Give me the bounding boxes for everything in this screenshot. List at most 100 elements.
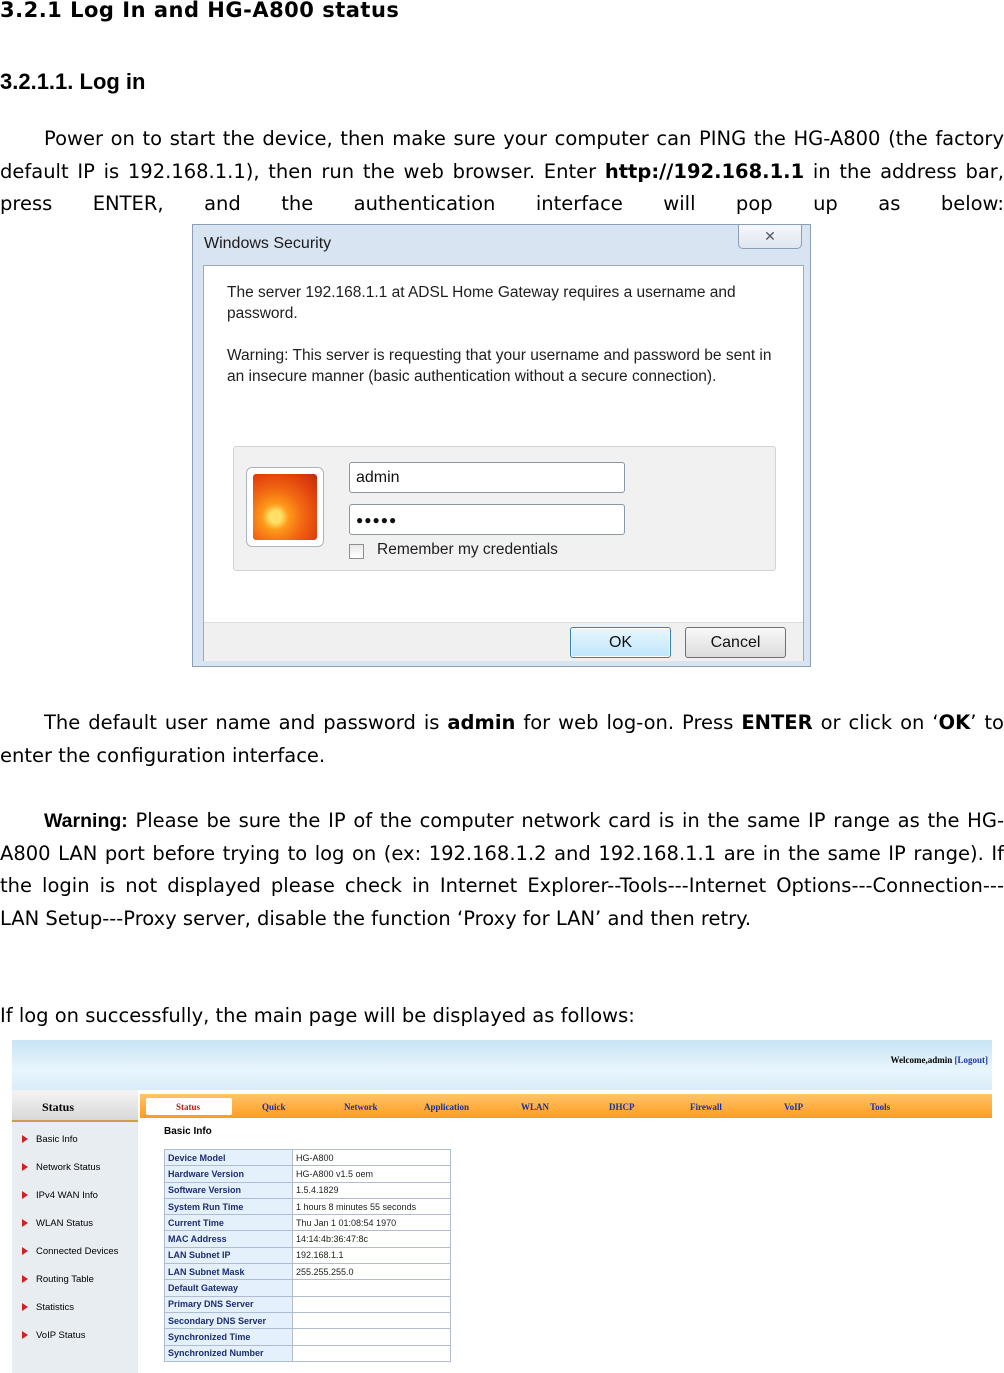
table-row: Software Version 1.5.4.1829 [164,1181,451,1199]
row-key: LAN Subnet Mask [164,1263,293,1281]
top-menu-bar: Quick Network Application WLAN DHCP Fire… [140,1094,992,1118]
row-key: Device Model [164,1148,293,1167]
nav-routing-table[interactable]: Routing Table [22,1274,94,1285]
row-key: Secondary DNS Server [164,1311,293,1330]
table-row: Synchronized Time [164,1328,451,1346]
user-tile [246,467,324,547]
remember-checkbox[interactable] [349,544,364,559]
nav-label: Basic Info [36,1134,78,1145]
table-row: LAN Subnet IP 192.168.1.1 [164,1246,451,1265]
menu-firewall[interactable]: Firewall [690,1102,722,1112]
menu-wlan[interactable]: WLAN [521,1102,549,1112]
row-value [292,1295,451,1313]
flag-icon [22,1135,28,1144]
table-row: Current Time Thu Jan 1 01:08:54 1970 [164,1214,451,1232]
table-row: System Run Time 1 hours 8 minutes 55 seco… [164,1197,451,1216]
nav-connected-devices[interactable]: Connected Devices [22,1246,118,1257]
row-value: 1 hours 8 minutes 55 seconds [292,1197,451,1216]
intro-paragraph: Power on to start the device, then make … [0,123,1004,221]
basic-info-table: Device Model HG-A800 Hardware Version HG-A… [164,1148,451,1362]
nav-label: Connected Devices [36,1246,119,1257]
warning-text: Please be sure the IP of the computer ne… [0,809,1004,930]
remember-label: Remember my credentials [377,541,558,558]
enter-key: ENTER [741,711,813,734]
left-menu: Basic Info Network Status IPv4 WAN Info … [12,1122,138,1373]
cancel-button[interactable]: Cancel [685,627,786,658]
dialog-footer: OK Cancel [204,622,803,661]
close-icon[interactable]: ✕ [738,225,802,249]
subsection-heading: 3.2.1.1. Log in [0,69,146,94]
ok-word: OK [938,711,971,734]
row-value [292,1344,451,1362]
nav-basic-info[interactable]: Basic Info [22,1134,78,1145]
menu-network[interactable]: Network [344,1102,378,1112]
row-key: Primary DNS Server [164,1295,293,1313]
row-key: Software Version [164,1181,293,1199]
table-row: MAC Address 14:14:4b:36:47:8c [164,1230,451,1248]
nav-label: IPv4 WAN Info [36,1190,98,1201]
warning-label: Warning: [44,810,128,832]
menu-dhcp[interactable]: DHCP [609,1102,635,1112]
row-key: Synchronized Time [164,1328,293,1346]
credentials-text-3: or click on ‘ [812,711,939,734]
user-picture-icon [253,474,317,540]
username-field[interactable]: admin [349,462,625,493]
warning-message: Warning: This server is requesting that … [227,347,772,385]
row-value: 255.255.255.0 [292,1263,451,1281]
router-url: http://192.168.1.1 [604,159,805,183]
row-value: HG-A800 [292,1148,451,1167]
flag-icon [22,1331,28,1340]
menu-status-active[interactable]: Status [146,1098,232,1115]
nav-label: VoIP Status [36,1330,86,1341]
row-key: MAC Address [164,1230,293,1248]
dialog-title: Windows Security [204,235,332,252]
server-message: The server 192.168.1.1 at ADSL Home Gate… [227,284,736,322]
default-credential: admin [447,711,516,734]
welcome-user: Welcome,admin [890,1055,953,1065]
row-key: Default Gateway [164,1279,293,1297]
nav-network-status[interactable]: Network Status [22,1162,100,1173]
credentials-text-1: The default user name and password is [44,711,448,734]
menu-tools[interactable]: Tools [870,1102,890,1112]
table-row: LAN Subnet Mask 255.255.255.0 [164,1263,451,1281]
basic-info-title: Basic Info [164,1126,212,1137]
table-row: Secondary DNS Server [164,1311,451,1330]
logout-link[interactable]: [Logout] [955,1055,989,1065]
nav-wlan-status[interactable]: WLAN Status [22,1218,93,1229]
row-value: 1.5.4.1829 [292,1181,451,1199]
row-value: 14:14:4b:36:47:8c [292,1230,451,1248]
windows-security-dialog: Windows Security ✕ The server 192.168.1.… [192,224,811,667]
password-field[interactable]: ●●●●● [349,504,625,535]
left-menu-header: Status [12,1090,138,1122]
flag-icon [22,1247,28,1256]
menu-voip[interactable]: VoIP [784,1102,803,1112]
main-page-paragraph: If log on successfully, the main page wi… [0,1004,635,1027]
table-row: Default Gateway [164,1279,451,1297]
menu-status-label: Status [176,1102,201,1112]
flag-icon [22,1303,28,1312]
nav-voip-status[interactable]: VoIP Status [22,1330,85,1341]
row-value: 192.168.1.1 [292,1246,451,1265]
flag-icon [22,1275,28,1284]
welcome-text: Welcome,admin [Logout] [891,1055,989,1065]
table-row: Hardware Version HG-A800 v1.5 oem [164,1165,451,1183]
menu-application[interactable]: Application [424,1102,469,1112]
row-key: LAN Subnet IP [164,1246,293,1265]
row-value [292,1279,451,1297]
flag-icon [22,1163,28,1172]
flag-icon [22,1219,28,1228]
nav-label: Statistics [36,1302,75,1313]
nav-label: Routing Table [36,1274,94,1285]
row-key: Hardware Version [164,1165,293,1183]
row-value [292,1311,451,1330]
menu-quick[interactable]: Quick [262,1102,286,1112]
section-heading: 3.2.1 Log In and HG-A800 status [0,0,400,22]
nav-ipv4-wan-info[interactable]: IPv4 WAN Info [22,1190,98,1201]
dialog-body: The server 192.168.1.1 at ADSL Home Gate… [203,265,804,661]
credentials-paragraph: The default user name and password is ad… [0,707,1004,772]
nav-statistics[interactable]: Statistics [22,1302,74,1313]
table-row: Primary DNS Server [164,1295,451,1313]
router-main-page: Welcome,admin [Logout] Status Basic Info… [12,1040,992,1373]
row-key: Current Time [164,1214,293,1232]
ok-button[interactable]: OK [570,627,671,658]
